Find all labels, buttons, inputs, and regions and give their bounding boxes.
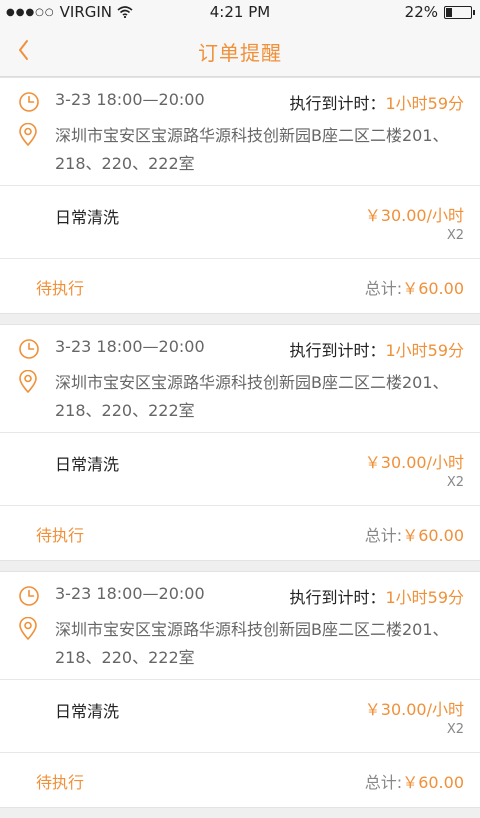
countdown: 执行到计时：1小时59分	[289, 90, 464, 114]
countdown-value: 1小时59分	[385, 588, 464, 607]
service-name: 日常清洗	[55, 208, 120, 227]
order-footer: 待执行 总计:￥60.00	[0, 506, 480, 560]
total-value: ￥60.00	[402, 279, 464, 298]
order-card[interactable]: 3-23 18:00—20:00 执行到计时：1小时59分 深圳市宝安区宝源路华…	[0, 77, 480, 314]
service-name: 日常清洗	[55, 455, 120, 474]
time-row: 3-23 18:00—20:00 执行到计时：1小时59分	[0, 337, 480, 361]
total-value: ￥60.00	[402, 526, 464, 545]
order-card[interactable]: 3-23 18:00—20:00 执行到计时：1小时59分 深圳市宝安区宝源路华…	[0, 324, 480, 561]
order-info-section: 3-23 18:00—20:00 执行到计时：1小时59分 深圳市宝安区宝源路华…	[0, 572, 480, 680]
service-section: 日常清洗 ￥30.00/小时 X2	[0, 186, 480, 259]
unit-price: ￥30.00/小时	[364, 700, 464, 719]
total-label: 总计:	[364, 279, 403, 298]
status-bar-right: 22%	[404, 3, 475, 21]
clock-icon	[19, 92, 39, 112]
nav-bar: 订单提醒	[0, 24, 480, 77]
order-total: 总计:￥60.00	[365, 275, 464, 299]
unit-price: ￥30.00/小时	[364, 453, 464, 472]
service-section: 日常清洗 ￥30.00/小时 X2	[0, 433, 480, 506]
countdown: 执行到计时：1小时59分	[289, 584, 464, 608]
quantity: X2	[446, 722, 464, 737]
quantity: X2	[446, 475, 464, 490]
order-status[interactable]: 待执行	[36, 769, 84, 793]
time-range: 3-23 18:00—20:00	[55, 90, 205, 109]
unit-price: ￥30.00/小时	[364, 206, 464, 225]
clock-icon	[19, 339, 39, 359]
order-total: 总计:￥60.00	[365, 522, 464, 546]
location-pin-icon	[19, 370, 37, 394]
status-bar: ●●●○○ VIRGIN 4:21 PM 22%	[0, 0, 480, 24]
total-label: 总计:	[364, 526, 403, 545]
countdown-value: 1小时59分	[385, 341, 464, 360]
service-name: 日常清洗	[55, 702, 120, 721]
countdown: 执行到计时：1小时59分	[289, 337, 464, 361]
order-list: 3-23 18:00—20:00 执行到计时：1小时59分 深圳市宝安区宝源路华…	[0, 77, 480, 818]
address: 深圳市宝安区宝源路华源科技创新园B座二区二楼201、218、220、222室	[55, 373, 449, 420]
order-footer: 待执行 总计:￥60.00	[0, 259, 480, 313]
location-pin-icon	[19, 617, 37, 641]
countdown-value: 1小时59分	[385, 94, 464, 113]
order-footer: 待执行 总计:￥60.00	[0, 753, 480, 807]
time-row: 3-23 18:00—20:00 执行到计时：1小时59分	[0, 90, 480, 114]
location-pin-icon	[19, 123, 37, 147]
battery-icon	[444, 5, 475, 19]
countdown-label: 执行到计时：	[289, 588, 386, 607]
address: 深圳市宝安区宝源路华源科技创新园B座二区二楼201、218、220、222室	[55, 620, 449, 667]
order-info-section: 3-23 18:00—20:00 执行到计时：1小时59分 深圳市宝安区宝源路华…	[0, 325, 480, 433]
order-info-section: 3-23 18:00—20:00 执行到计时：1小时59分 深圳市宝安区宝源路华…	[0, 78, 480, 186]
total-value: ￥60.00	[402, 773, 464, 792]
time-range: 3-23 18:00—20:00	[55, 337, 205, 356]
address: 深圳市宝安区宝源路华源科技创新园B座二区二楼201、218、220、222室	[55, 126, 449, 173]
countdown-label: 执行到计时：	[289, 94, 386, 113]
order-card[interactable]: 3-23 18:00—20:00 执行到计时：1小时59分 深圳市宝安区宝源路华…	[0, 571, 480, 808]
countdown-label: 执行到计时：	[289, 341, 386, 360]
total-label: 总计:	[364, 773, 403, 792]
page-title: 订单提醒	[198, 41, 282, 65]
order-status[interactable]: 待执行	[36, 522, 84, 546]
service-section: 日常清洗 ￥30.00/小时 X2	[0, 680, 480, 753]
order-total: 总计:￥60.00	[365, 769, 464, 793]
time-range: 3-23 18:00—20:00	[55, 584, 205, 603]
quantity: X2	[446, 228, 464, 243]
battery-percent: 22%	[404, 3, 438, 21]
order-status[interactable]: 待执行	[36, 275, 84, 299]
battery-fill	[446, 7, 452, 17]
time-row: 3-23 18:00—20:00 执行到计时：1小时59分	[0, 584, 480, 608]
clock-icon	[19, 586, 39, 606]
